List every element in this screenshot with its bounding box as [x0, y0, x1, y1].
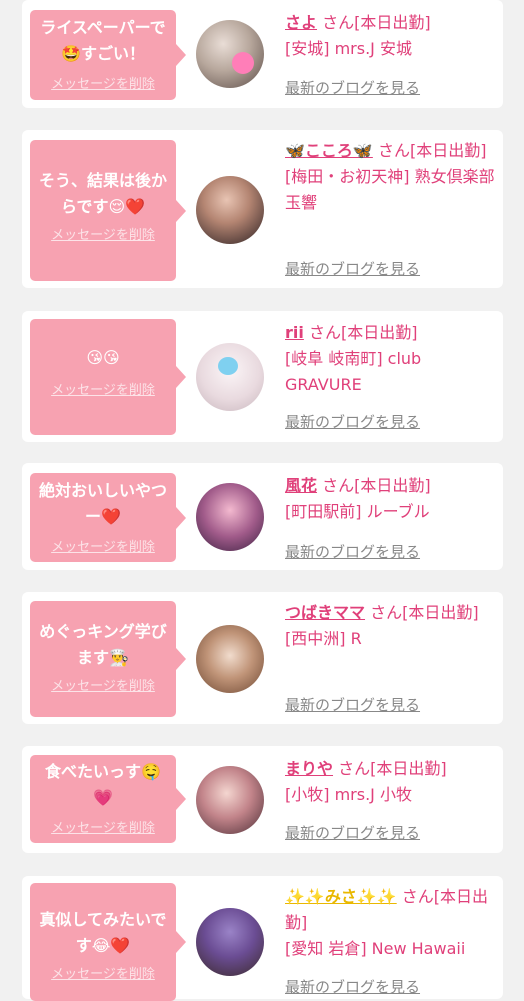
profile-info: rii さん[本日出勤] [岐阜 岐南町] club GRAVURE [285, 320, 497, 398]
delete-message-link[interactable]: メッセージを削除 [30, 963, 176, 982]
girl-name-link[interactable]: rii [285, 323, 304, 342]
message-card: ライスペーパーで 🤩すごい！ メッセージを削除 さよ さん[本日出勤] [安城]… [22, 0, 503, 108]
status-label: さん[本日出勤] [308, 323, 418, 342]
latest-blog-link[interactable]: 最新のブログを見る [285, 822, 420, 843]
message-card: 真似してみたいで す😂❤️ メッセージを削除 ✨✨みさ✨✨ さん[本日出勤] [… [22, 876, 503, 1001]
message-bubble: ライスペーパーで 🤩すごい！ メッセージを削除 [30, 10, 186, 100]
message-bubble: そう、結果は後か らです😌❤️ メッセージを削除 [30, 140, 186, 281]
status-label: さん[本日出勤] [338, 759, 447, 778]
message-bubble: めぐっキング学び ます👨‍🍳 メッセージを削除 [30, 601, 186, 717]
status-label: さん[本日出勤] [322, 476, 431, 495]
latest-blog-link[interactable]: 最新のブログを見る [285, 976, 420, 997]
message-card: 食べたいっす🤤 💗 メッセージを削除 まりや さん[本日出勤] [小牧] mrs… [22, 746, 503, 853]
status-label: さん[本日出勤] [377, 141, 487, 160]
latest-blog-link[interactable]: 最新のブログを見る [285, 258, 420, 279]
shop-label: [安城] mrs.J 安城 [285, 39, 412, 58]
message-text-line: 絶対おいしいやつ [38, 481, 167, 500]
message-card: めぐっキング学び ます👨‍🍳 メッセージを削除 つばきママ さん[本日出勤] [… [22, 592, 503, 724]
avatar[interactable] [196, 908, 264, 976]
shop-label: [愛知 岩倉] New Hawaii [285, 939, 466, 958]
message-text-line: ライスペーパーで [40, 18, 166, 37]
profile-info: さよ さん[本日出勤] [安城] mrs.J 安城 [285, 10, 497, 62]
heart-sticker-icon [218, 357, 238, 375]
avatar[interactable] [196, 766, 264, 834]
shop-label: [梅田・お初天神] 熟女倶楽部 玉響 [285, 167, 495, 212]
latest-blog-link[interactable]: 最新のブログを見る [285, 541, 420, 562]
profile-info: 🦋こころ🦋 さん[本日出勤] [梅田・お初天神] 熟女倶楽部 玉響 [285, 138, 497, 216]
message-bubble: 😘😘 メッセージを削除 [30, 319, 186, 435]
latest-blog-link[interactable]: 最新のブログを見る [285, 694, 420, 715]
girl-name-link[interactable]: つばきママ [285, 603, 365, 622]
delete-message-link[interactable]: メッセージを削除 [30, 817, 176, 836]
message-text-line: そう、結果は後か [38, 171, 167, 190]
profile-info: 風花 さん[本日出勤] [町田駅前] ルーブル [285, 473, 497, 525]
delete-message-link[interactable]: メッセージを削除 [30, 675, 176, 694]
delete-message-link[interactable]: メッセージを削除 [30, 224, 176, 243]
message-text-line: めぐっキング学び [39, 622, 167, 641]
shop-label: [小牧] mrs.J 小牧 [285, 785, 412, 804]
message-text-line: 食べたいっす🤤 [45, 762, 161, 781]
latest-blog-link[interactable]: 最新のブログを見る [285, 411, 420, 432]
avatar[interactable] [196, 20, 264, 88]
latest-blog-link[interactable]: 最新のブログを見る [285, 77, 420, 98]
message-text-line: 🤩すごい！ [61, 44, 145, 63]
message-text-line: す😂❤️ [75, 936, 131, 955]
girl-name-link[interactable]: 🦋こころ🦋 [285, 141, 373, 160]
message-text-line: 😘😘 [86, 348, 120, 367]
shop-label: [西中洲] R [285, 629, 362, 648]
avatar[interactable] [196, 343, 264, 411]
avatar[interactable] [196, 625, 264, 693]
status-label: さん[本日出勤] [322, 13, 431, 32]
message-card: 😘😘 メッセージを削除 rii さん[本日出勤] [岐阜 岐南町] club G… [22, 311, 503, 442]
girl-name-link[interactable]: 風花 [285, 476, 317, 495]
message-bubble: 食べたいっす🤤 💗 メッセージを削除 [30, 755, 186, 843]
message-text-line: ー❤️ [85, 507, 121, 526]
delete-message-link[interactable]: メッセージを削除 [30, 536, 176, 555]
girl-name-link[interactable]: まりや [285, 759, 333, 778]
status-label: さん[本日出勤] [370, 603, 479, 622]
girl-name-link[interactable]: ✨✨みさ✨✨ [285, 887, 397, 906]
shop-label: [岐阜 岐南町] club GRAVURE [285, 349, 422, 394]
message-card: そう、結果は後か らです😌❤️ メッセージを削除 🦋こころ🦋 さん[本日出勤] … [22, 130, 503, 288]
profile-info: ✨✨みさ✨✨ さん[本日出勤] [愛知 岩倉] New Hawaii [285, 884, 497, 962]
message-card: 絶対おいしいやつ ー❤️ メッセージを削除 風花 さん[本日出勤] [町田駅前]… [22, 463, 503, 570]
heart-sticker-icon [232, 52, 254, 74]
girl-name-link[interactable]: さよ [285, 13, 317, 32]
message-text-line: 💗 [93, 788, 113, 807]
message-text-line: 真似してみたいで [39, 910, 167, 929]
profile-info: つばきママ さん[本日出勤] [西中洲] R [285, 600, 497, 652]
message-text-line: ます👨‍🍳 [77, 648, 129, 667]
avatar[interactable] [196, 176, 264, 244]
delete-message-link[interactable]: メッセージを削除 [30, 379, 176, 398]
avatar[interactable] [196, 483, 264, 551]
shop-label: [町田駅前] ルーブル [285, 502, 430, 521]
profile-info: まりや さん[本日出勤] [小牧] mrs.J 小牧 [285, 756, 497, 808]
delete-message-link[interactable]: メッセージを削除 [30, 73, 176, 92]
message-bubble: 絶対おいしいやつ ー❤️ メッセージを削除 [30, 473, 186, 562]
message-text-line: らです😌❤️ [60, 197, 146, 216]
message-bubble: 真似してみたいで す😂❤️ メッセージを削除 [30, 883, 186, 1001]
